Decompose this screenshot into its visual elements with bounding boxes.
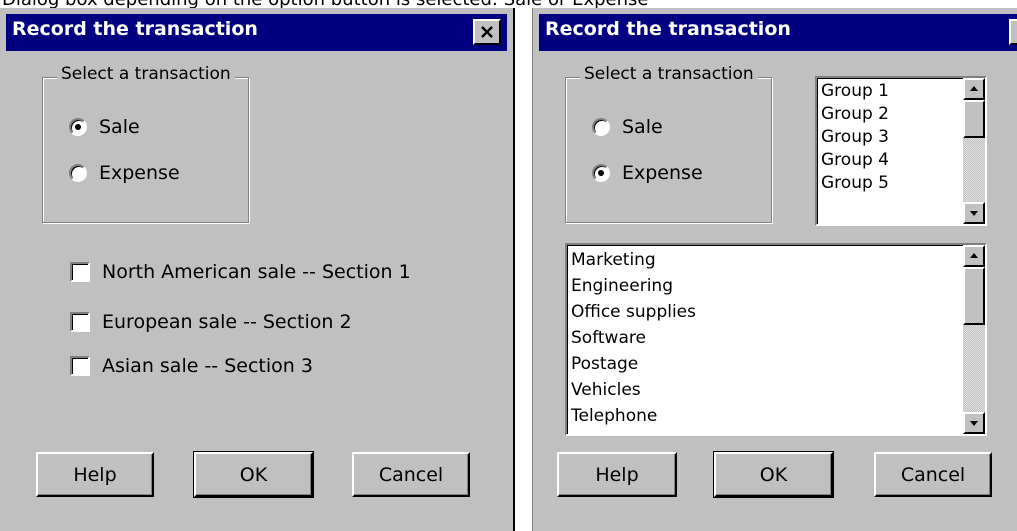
radio-expense[interactable]: Expense (69, 162, 180, 184)
category-item[interactable]: Telephone (571, 403, 696, 429)
radio-sale-label: Sale (99, 116, 140, 138)
groupbox-label: Select a transaction (57, 64, 235, 84)
category-scrollbar[interactable] (963, 245, 985, 434)
arrow-up-icon (970, 86, 978, 91)
caption-strip: Dialog box depending on the option butto… (0, 0, 1017, 8)
scroll-down-button[interactable] (963, 202, 985, 224)
radio-expense-label: Expense (99, 162, 180, 184)
titlebar: Record the transaction (6, 14, 507, 51)
ok-button[interactable]: OK (713, 451, 834, 498)
radio-expense-indicator[interactable] (592, 164, 610, 182)
radio-sale[interactable]: Sale (69, 116, 140, 138)
group-list: Group 1 Group 2 Group 3 Group 4 Group 5 (821, 80, 889, 195)
checkbox-north-american-label: North American sale -- Section 1 (102, 261, 411, 283)
group-item[interactable]: Group 2 (821, 103, 889, 126)
arrow-down-icon (970, 421, 978, 426)
help-button[interactable]: Help (557, 452, 677, 497)
checkbox-european-label: European sale -- Section 2 (102, 311, 352, 333)
help-button[interactable]: Help (36, 452, 154, 497)
separator (515, 8, 532, 531)
group-item[interactable]: Group 3 (821, 126, 889, 149)
dialog-sale: Record the transaction Select a transact… (0, 8, 515, 531)
arrow-up-icon (970, 253, 978, 258)
close-button[interactable] (1009, 19, 1017, 45)
category-item[interactable]: Software (571, 325, 696, 351)
close-button[interactable] (473, 19, 501, 45)
checkbox-asian[interactable]: Asian sale -- Section 3 (70, 355, 313, 377)
scroll-thumb[interactable] (963, 267, 985, 325)
category-list: Marketing Engineering Office supplies So… (571, 247, 696, 429)
cancel-button[interactable]: Cancel (352, 452, 470, 497)
checkbox-asian-box[interactable] (70, 356, 90, 376)
close-icon (481, 26, 493, 38)
category-item[interactable]: Office supplies (571, 299, 696, 325)
radio-expense-label: Expense (622, 162, 703, 184)
radio-expense-indicator[interactable] (69, 164, 87, 182)
checkbox-european-box[interactable] (70, 312, 90, 332)
ok-button[interactable]: OK (193, 451, 314, 498)
radio-sale-label: Sale (622, 116, 663, 138)
category-item[interactable]: Postage (571, 351, 696, 377)
caption-text: Dialog box depending on the option butto… (2, 0, 648, 8)
group-item[interactable]: Group 1 (821, 80, 889, 103)
radio-sale[interactable]: Sale (592, 116, 663, 138)
arrow-down-icon (970, 211, 978, 216)
transaction-groupbox: Select a transaction (565, 64, 772, 223)
scroll-thumb[interactable] (963, 100, 985, 138)
groupbox-label: Select a transaction (580, 64, 758, 84)
category-item[interactable]: Marketing (571, 247, 696, 273)
checkbox-european[interactable]: European sale -- Section 2 (70, 311, 352, 333)
dialog-title: Record the transaction (12, 18, 258, 40)
checkbox-north-american[interactable]: North American sale -- Section 1 (70, 261, 411, 283)
titlebar: Record the transaction (539, 14, 1017, 51)
scroll-down-button[interactable] (963, 412, 985, 434)
group-item[interactable]: Group 4 (821, 149, 889, 172)
scroll-up-button[interactable] (963, 245, 985, 267)
group-item[interactable]: Group 5 (821, 172, 889, 195)
category-item[interactable]: Vehicles (571, 377, 696, 403)
dialog-expense: Record the transaction Select a transact… (532, 8, 1017, 531)
radio-sale-indicator[interactable] (69, 118, 87, 136)
group-scrollbar[interactable] (963, 78, 985, 224)
checkbox-asian-label: Asian sale -- Section 3 (102, 355, 313, 377)
category-item[interactable]: Engineering (571, 273, 696, 299)
cancel-button[interactable]: Cancel (874, 452, 992, 497)
dialog-title: Record the transaction (545, 18, 791, 40)
radio-sale-indicator[interactable] (592, 118, 610, 136)
radio-expense[interactable]: Expense (592, 162, 703, 184)
group-listbox[interactable]: Group 1 Group 2 Group 3 Group 4 Group 5 (815, 76, 987, 226)
checkbox-north-american-box[interactable] (70, 262, 90, 282)
scroll-up-button[interactable] (963, 78, 985, 100)
category-listbox[interactable]: Marketing Engineering Office supplies So… (565, 243, 987, 436)
transaction-groupbox: Select a transaction (42, 64, 249, 223)
